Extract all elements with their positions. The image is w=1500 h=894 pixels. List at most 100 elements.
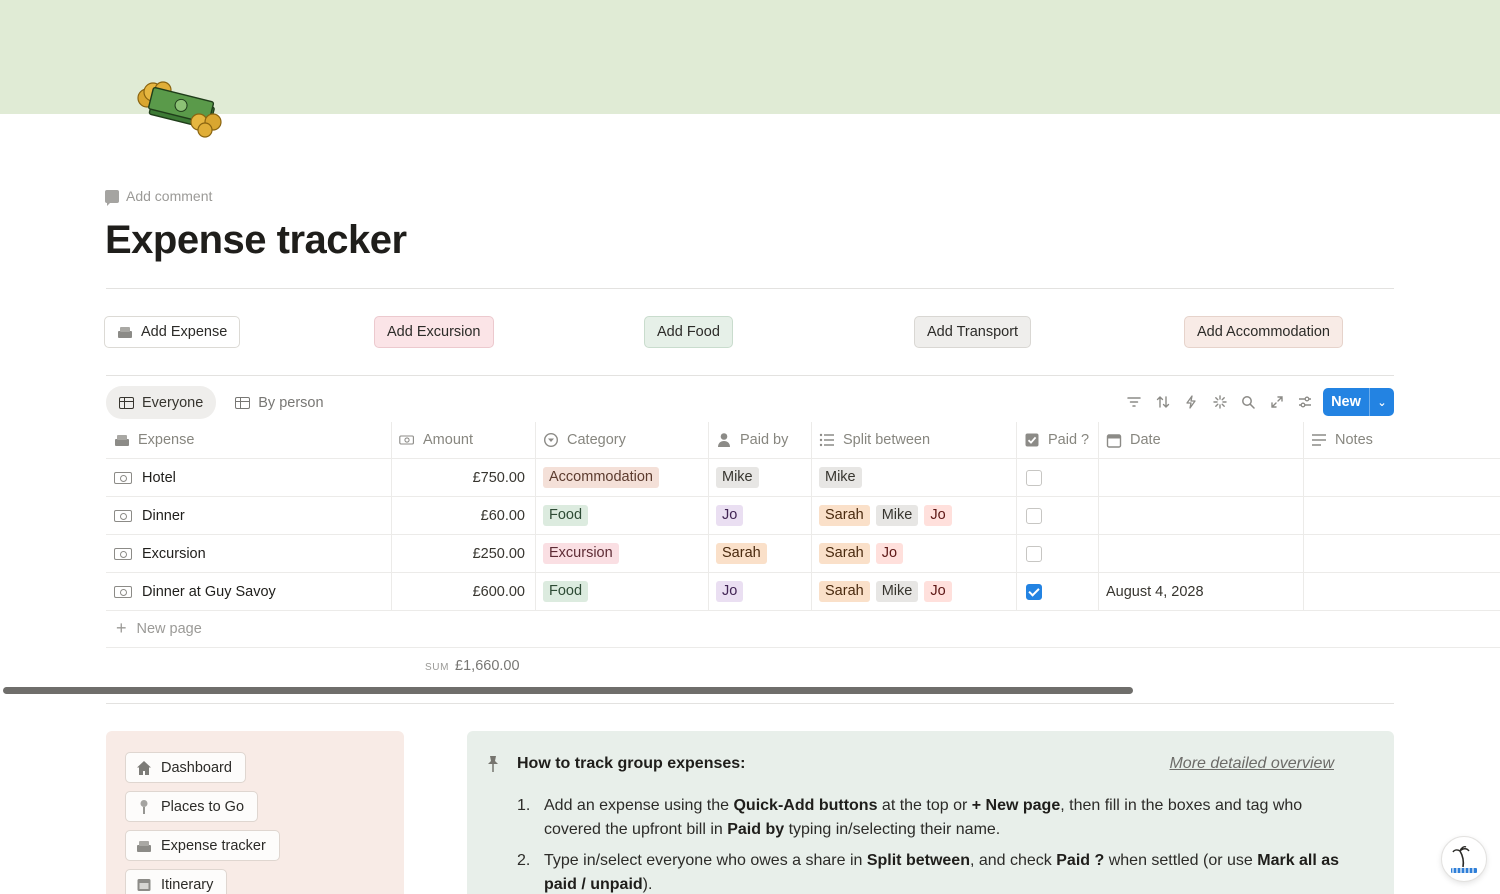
- add-comment-button[interactable]: Add comment: [105, 188, 212, 206]
- paid-by-cell[interactable]: Mike: [708, 459, 811, 496]
- nav-places-label: Places to Go: [161, 798, 245, 815]
- header-category[interactable]: Category: [535, 422, 708, 458]
- header-split-between[interactable]: Split between: [811, 422, 1016, 458]
- paid-checkbox[interactable]: [1026, 469, 1042, 486]
- new-record-button-group: New ⌄: [1323, 388, 1394, 416]
- expense-cell[interactable]: Excursion: [106, 535, 391, 572]
- paid-cell[interactable]: [1016, 459, 1098, 496]
- nav-places-to-go[interactable]: Places to Go: [125, 791, 259, 822]
- table-row[interactable]: Dinner £60.00 Food Jo Sarah Mike Jo: [106, 497, 1500, 535]
- category-tag: Excursion: [543, 543, 619, 564]
- loading-icon[interactable]: [1206, 388, 1235, 416]
- notes-cell[interactable]: [1303, 573, 1500, 610]
- header-notes[interactable]: Notes: [1303, 422, 1500, 458]
- table-row[interactable]: Hotel £750.00 Accommodation Mike Mike: [106, 459, 1500, 497]
- category-cell[interactable]: Food: [535, 497, 708, 534]
- notes-cell[interactable]: [1303, 497, 1500, 534]
- nav-itinerary[interactable]: Itinerary: [125, 869, 228, 894]
- add-food-button[interactable]: Add Food: [644, 316, 733, 348]
- help-button[interactable]: [1441, 836, 1487, 882]
- pushpin-icon: [486, 755, 500, 778]
- nav-dashboard-label: Dashboard: [161, 759, 232, 776]
- header-amount[interactable]: Amount: [391, 422, 535, 458]
- header-expense[interactable]: Expense: [106, 422, 391, 458]
- calendar-icon: [1106, 433, 1122, 448]
- settings-icon[interactable]: [1291, 388, 1320, 416]
- amount-cell[interactable]: £250.00: [391, 535, 535, 572]
- paid-checkbox[interactable]: [1026, 545, 1042, 562]
- add-expense-label: Add Expense: [141, 324, 228, 340]
- tab-everyone[interactable]: Everyone: [106, 386, 217, 419]
- table-row[interactable]: Excursion £250.00 Excursion Sarah Sarah Jo: [106, 535, 1500, 573]
- category-cell[interactable]: Excursion: [535, 535, 708, 572]
- table-row[interactable]: Dinner at Guy Savoy £600.00 Food Jo Sarah Mik…: [106, 573, 1500, 611]
- amount-value: £750.00: [472, 469, 525, 486]
- add-expense-button[interactable]: Add Expense: [104, 316, 241, 348]
- checkbox-icon: [1025, 433, 1039, 447]
- horizontal-scrollbar[interactable]: [3, 687, 1133, 694]
- title-divider: [106, 288, 1394, 289]
- date-cell[interactable]: [1098, 459, 1303, 496]
- paid-by-cell[interactable]: Sarah: [708, 535, 811, 572]
- paid-by-cell[interactable]: Jo: [708, 497, 811, 534]
- expense-table: Expense Amount Category Paid by Split be…: [106, 422, 1500, 611]
- paid-checkbox[interactable]: [1026, 507, 1042, 524]
- header-expense-label: Expense: [138, 432, 195, 448]
- split-person-tag: Sarah: [819, 543, 870, 564]
- money-icon: [114, 509, 132, 522]
- category-cell[interactable]: Accommodation: [535, 459, 708, 496]
- add-transport-button[interactable]: Add Transport: [914, 316, 1032, 348]
- category-tag: Food: [543, 581, 589, 602]
- new-button[interactable]: New: [1323, 394, 1369, 410]
- notes-cell[interactable]: [1303, 535, 1500, 572]
- emphasis-text: Split between: [866, 852, 970, 869]
- expense-cell[interactable]: Dinner: [106, 497, 391, 534]
- tab-by-person[interactable]: By person: [222, 386, 336, 419]
- nav-expense-tracker[interactable]: Expense tracker: [125, 830, 280, 861]
- amount-sum[interactable]: SUM £1,660.00: [425, 658, 520, 674]
- step-text: Add an expense using the Quick-Add butto…: [544, 797, 1303, 838]
- date-cell[interactable]: [1098, 535, 1303, 572]
- view-tabs: Everyone By person: [106, 386, 337, 419]
- expense-cell[interactable]: Dinner at Guy Savoy: [106, 573, 391, 610]
- detailed-overview-link[interactable]: More detailed overview: [1169, 755, 1334, 773]
- split-between-cell[interactable]: Sarah Jo: [811, 535, 1016, 572]
- table-icon: [235, 396, 251, 409]
- expand-icon[interactable]: [1263, 388, 1292, 416]
- split-person-tag: Jo: [924, 581, 952, 602]
- add-accommodation-button[interactable]: Add Accommodation: [1184, 316, 1343, 348]
- paid-cell[interactable]: [1016, 573, 1098, 610]
- paid-by-cell[interactable]: Jo: [708, 573, 811, 610]
- paid-checkbox[interactable]: [1026, 583, 1042, 600]
- amount-cell[interactable]: £60.00: [391, 497, 535, 534]
- add-food-label: Add Food: [657, 324, 720, 340]
- sort-icon[interactable]: [1149, 388, 1178, 416]
- expense-name: Dinner: [142, 507, 185, 524]
- split-between-cell[interactable]: Sarah Mike Jo: [811, 497, 1016, 534]
- chevron-down-icon[interactable]: ⌄: [1370, 396, 1394, 409]
- header-paid-by[interactable]: Paid by: [708, 422, 811, 458]
- select-icon: [543, 432, 559, 448]
- date-value: August 4, 2028: [1106, 583, 1204, 600]
- split-between-cell[interactable]: Sarah Mike Jo: [811, 573, 1016, 610]
- search-icon[interactable]: [1234, 388, 1263, 416]
- expense-name: Hotel: [142, 469, 176, 486]
- expense-cell[interactable]: Hotel: [106, 459, 391, 496]
- new-page-button[interactable]: + New page: [106, 610, 1500, 648]
- category-cell[interactable]: Food: [535, 573, 708, 610]
- date-cell[interactable]: August 4, 2028: [1098, 573, 1303, 610]
- amount-cell[interactable]: £600.00: [391, 573, 535, 610]
- automation-icon[interactable]: [1177, 388, 1206, 416]
- date-cell[interactable]: [1098, 497, 1303, 534]
- paid-cell[interactable]: [1016, 497, 1098, 534]
- money-icon: [137, 840, 151, 852]
- notes-cell[interactable]: [1303, 459, 1500, 496]
- amount-cell[interactable]: £750.00: [391, 459, 535, 496]
- paid-cell[interactable]: [1016, 535, 1098, 572]
- split-between-cell[interactable]: Mike: [811, 459, 1016, 496]
- add-excursion-button[interactable]: Add Excursion: [374, 316, 494, 348]
- header-date[interactable]: Date: [1098, 422, 1303, 458]
- nav-dashboard[interactable]: Dashboard: [125, 752, 246, 783]
- header-paid[interactable]: Paid ?: [1016, 422, 1098, 458]
- filter-icon[interactable]: [1120, 388, 1149, 416]
